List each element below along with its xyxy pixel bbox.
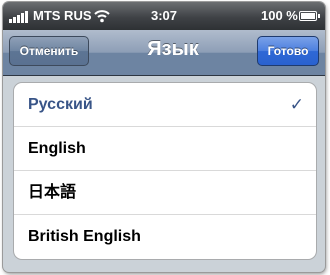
language-row-japanese[interactable]: 日本語 (14, 171, 316, 215)
status-bar: MTS RUS 3:07 100 % (3, 2, 325, 30)
language-label: British English (28, 228, 141, 245)
page-title: Язык (147, 38, 199, 60)
language-list: Русский ✓ English 日本語 British English (13, 82, 317, 260)
navigation-bar: Отменить Язык Готово (3, 30, 325, 76)
language-label: 日本語 (28, 184, 77, 201)
language-row-english[interactable]: English (14, 127, 316, 171)
battery-icon (299, 11, 320, 21)
language-settings-screen: MTS RUS 3:07 100 % Отменить Язык Готово … (3, 2, 325, 272)
battery-percent: 100 % (261, 8, 298, 23)
language-row-british-english[interactable]: British English (14, 215, 316, 259)
checkmark-icon: ✓ (289, 95, 304, 114)
language-row-russian[interactable]: Русский ✓ (14, 83, 316, 127)
done-button[interactable]: Готово (257, 36, 319, 66)
language-label: Русский (28, 96, 93, 113)
cancel-button[interactable]: Отменить (9, 36, 89, 66)
language-label: English (28, 140, 86, 157)
